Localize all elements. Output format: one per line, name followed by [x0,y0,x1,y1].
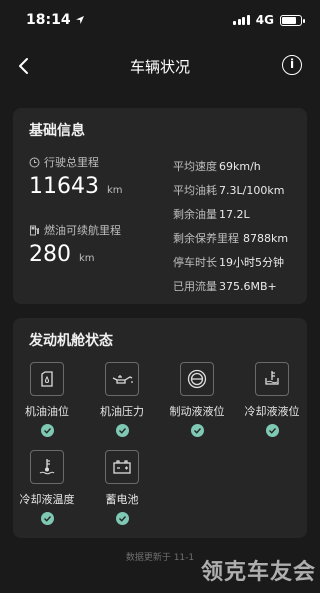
location-arrow-icon [75,16,84,24]
check-icon [40,512,54,525]
watermark: 领克车友会 [200,560,316,585]
check-icon [40,424,54,437]
oil-level-icon [41,371,53,387]
stat-row-average-fuel: 平均油耗 7.3L/100km [173,183,285,198]
stat-row-data-used: 已用流量 375.6MB+ [173,279,277,294]
check-icon [115,512,129,525]
clock-icon [29,157,40,167]
engine-item-coolant-level[interactable]: 冷却液液位 [236,362,308,437]
nav-bar: 车辆状况 i [0,44,320,88]
basic-info-card: 基础信息 行驶总里程 11643 km 燃油可续航里程 280 km 平均速度 … [13,108,307,304]
engine-item-battery[interactable]: 蓄电池 [86,450,158,525]
total-mileage-value: 11643 km [29,174,123,199]
brake-fluid-icon [187,369,207,389]
coolant-temperature-icon [39,459,55,475]
total-mileage-unit: km [107,185,123,196]
stat-row-average-speed: 平均速度 69km/h [173,159,261,174]
engine-item-oil-level[interactable]: 机油油位 [11,362,83,437]
check-icon [115,424,129,437]
stat-row-remaining-fuel: 剩余油量 17.2L [173,207,250,222]
status-bar: 18:14 4G [0,0,320,40]
check-icon [190,424,204,437]
fuel-range-value: 280 km [29,242,95,267]
stat-row-parking-time: 停车时长 19小时5分钟 [173,256,284,269]
engine-item-brake-fluid[interactable]: 制动液液位 [161,362,233,437]
oil-pressure-icon [112,375,133,384]
stats-list: 平均速度 69km/h 平均油耗 7.3L/100km 剩余油量 17.2L 剩… [173,154,288,298]
basic-info-title: 基础信息 [29,123,85,139]
fuel-pump-icon [30,225,39,235]
battery-icon [113,460,131,474]
coolant-level-icon [265,371,279,385]
back-arrow-icon[interactable] [14,55,36,77]
status-left: 18:14 [26,12,85,28]
engine-item-oil-pressure[interactable]: 机油压力 [86,362,158,437]
total-mileage-label: 行驶总里程 [29,154,99,170]
network-label: 4G [255,13,274,27]
info-icon[interactable]: i [282,55,302,75]
signal-icon [233,15,250,25]
status-time: 18:14 [26,12,71,28]
fuel-range-number: 280 [29,242,71,267]
stat-row-maintenance: 剩余保养里程 8788km [173,231,289,246]
fuel-range-label: 燃油可续航里程 [29,222,121,238]
engine-status-title: 发动机舱状态 [29,333,113,349]
page-title: 车辆状况 [129,57,190,76]
engine-status-card: 发动机舱状态 机油油位 机油压力 制动液液位 冷却液液位 冷却液温度 蓄电池 [13,318,307,538]
total-mileage-number: 11643 [29,174,99,199]
fuel-range-unit: km [79,253,95,264]
engine-item-coolant-temperature[interactable]: 冷却液温度 [11,450,83,525]
check-icon [265,424,279,437]
status-right: 4G [233,13,305,27]
battery-status-icon [280,14,305,26]
